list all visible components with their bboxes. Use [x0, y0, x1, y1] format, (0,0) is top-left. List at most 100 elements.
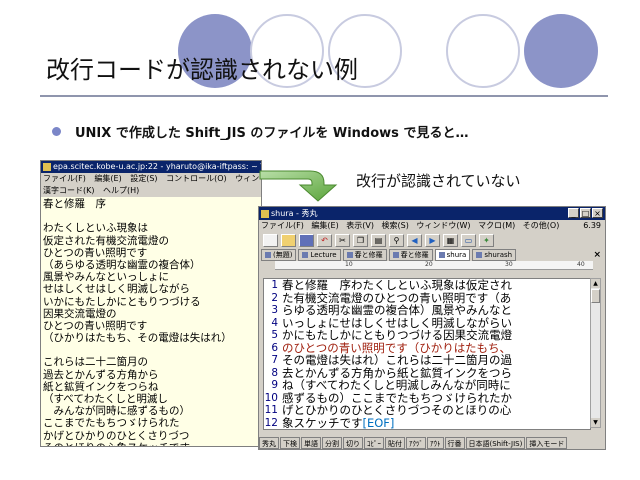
search-icon[interactable]: ⚲	[389, 233, 404, 247]
file-tab[interactable]: Lecture	[298, 248, 341, 261]
open-icon[interactable]	[281, 233, 296, 247]
document-icon	[302, 251, 309, 258]
menu-file[interactable]: ファイル(F)	[43, 174, 86, 183]
terminal-titlebar[interactable]: epa.scitec.kobe-u.ac.jp:22 - yharuto@ika…	[41, 161, 261, 173]
text-line: （ひかりはたもち、その電燈は失はれ）	[43, 332, 232, 345]
text-line: かげとひかりのひとくさりづつ	[43, 429, 190, 442]
minimize-button[interactable]: _	[568, 208, 579, 218]
menu-view[interactable]: 表示(V)	[346, 221, 374, 230]
status-item[interactable]: 分割	[322, 437, 342, 449]
paste-icon[interactable]: ▤	[371, 233, 386, 247]
line-number: 8	[271, 366, 278, 379]
scroll-down-icon[interactable]: ▼	[591, 418, 600, 427]
line-number: 7	[271, 354, 278, 366]
menu-macro[interactable]: マクロ(M)	[478, 221, 515, 230]
status-item[interactable]: 貼付	[385, 437, 405, 449]
text-line: わたくしといふ現象は	[43, 222, 148, 235]
vertical-scrollbar[interactable]: ▲ ▼	[590, 278, 601, 428]
scroll-up-icon[interactable]: ▲	[591, 279, 600, 288]
cut-icon[interactable]: ✂	[335, 233, 350, 247]
menu-settings[interactable]: 設定(S)	[130, 174, 157, 183]
tab-label: 春と修羅	[354, 250, 383, 259]
text-line: ひとつの青い照明です	[43, 246, 148, 259]
text-line: ひとつの青い照明です	[43, 319, 148, 332]
menu-window[interactable]: ウィン	[235, 174, 259, 183]
arrow-icon	[259, 170, 338, 202]
ruler-label: 10	[345, 261, 353, 268]
text-line: 紙と鉱質インクをつらね	[43, 380, 159, 393]
editor-titlebar[interactable]: shura - 秀丸 _ □ ×	[259, 207, 605, 220]
undo-icon[interactable]: ↶	[317, 233, 332, 247]
line-text: かにもたしかにともりつづける因果交流電燈	[282, 328, 513, 342]
status-item[interactable]: 日本語(Shift-JIS)	[465, 437, 526, 449]
column-ruler: 10 20 30 40	[275, 261, 593, 270]
file-tab[interactable]: shurash	[472, 248, 517, 261]
status-item[interactable]: ｺﾋﾟｰ	[364, 437, 384, 449]
maximize-button[interactable]: □	[580, 208, 591, 218]
menu-edit[interactable]: 編集(E)	[311, 221, 338, 230]
gear-icon[interactable]: ✦	[479, 233, 494, 247]
text-line	[43, 210, 259, 222]
menu-file[interactable]: ファイル(F)	[261, 221, 304, 230]
text-line: いかにもたしかにともりつづける	[43, 295, 201, 308]
file-tab[interactable]: 春と修羅	[342, 248, 387, 261]
new-icon[interactable]	[263, 233, 278, 247]
line-number: 6	[271, 341, 278, 354]
ruler-label: 40	[577, 261, 585, 268]
terminal-window[interactable]: epa.scitec.kobe-u.ac.jp:22 - yharuto@ika…	[40, 160, 262, 447]
status-item[interactable]: 切り	[343, 437, 363, 449]
file-tab[interactable]: 春と修羅	[388, 248, 433, 261]
save-icon[interactable]	[299, 233, 314, 247]
status-item[interactable]: 行番	[444, 437, 465, 449]
line-number: 11	[264, 404, 278, 416]
menu-search[interactable]: 検索(S)	[382, 221, 409, 230]
line-number: 2	[271, 291, 278, 304]
tab-label: (無題)	[273, 250, 293, 259]
menu-other[interactable]: その他(O)	[523, 221, 560, 230]
menu-window[interactable]: ウィンドウ(W)	[416, 221, 470, 230]
status-item[interactable]: ｱｸﾂﾞ	[406, 437, 426, 449]
line-text: げとひかりのひとくさりづつそのとほりの心	[282, 403, 512, 417]
scroll-thumb[interactable]	[591, 289, 600, 303]
close-tab-icon[interactable]: ×	[593, 250, 601, 260]
text-line: 春と修羅 序	[43, 198, 106, 210]
copy-icon[interactable]: ❐	[353, 233, 368, 247]
text-line: 仮定された有機交流電燈の	[43, 234, 169, 247]
text-line: 過去とかんずる方角から	[43, 368, 159, 381]
menu-kanji-code[interactable]: 漢字コード(K)	[43, 186, 95, 195]
document-icon	[476, 251, 483, 258]
grep-icon[interactable]: ▦	[443, 233, 458, 247]
editor-title: shura - 秀丸	[271, 209, 318, 218]
file-tab[interactable]: shura	[434, 248, 471, 261]
terminal-app-icon	[43, 162, 51, 171]
line-number: 3	[271, 304, 278, 316]
prev-icon[interactable]: ◀	[407, 233, 422, 247]
file-tab[interactable]: (無題)	[261, 248, 297, 261]
terminal-text-area[interactable]: 春と修羅 序わたくしといふ現象は 仮定された有機交流電燈の ひとつの青い照明です （あ…	[41, 197, 261, 446]
ruler-label: 30	[505, 261, 513, 268]
editor-window[interactable]: shura - 秀丸 _ □ × ファイル(F) 編集(E) 表示(V) 検索(…	[258, 206, 606, 450]
menu-help[interactable]: ヘルプ(H)	[103, 186, 139, 195]
next-icon[interactable]: ▶	[425, 233, 440, 247]
terminal-title: epa.scitec.kobe-u.ac.jp:22 - yharuto@ika…	[53, 162, 261, 171]
title-divider	[40, 95, 608, 97]
close-button[interactable]: ×	[592, 208, 603, 218]
editor-text-area[interactable]: 1 春と修羅 序わたくしといふ現象は仮定され 2 た有機交流電燈のひとつの青い照明です…	[263, 278, 591, 430]
editor-line: 7 その電燈は失はれ）これらは二十二箇月の過	[264, 354, 590, 367]
status-item[interactable]: 下検	[280, 437, 300, 449]
status-item[interactable]: 単語	[301, 437, 321, 449]
text-line: せはしくせはしく明滅しながら	[43, 283, 190, 296]
menu-control[interactable]: コントロール(O)	[166, 174, 227, 183]
bullet-line: UNIX で作成した Shift_JIS のファイルを Windows で見ると…	[52, 122, 468, 141]
text-line: そのとほりの心象スケッチです	[43, 442, 259, 446]
status-item[interactable]: 挿入モード	[526, 437, 568, 449]
line-number: 10	[264, 391, 278, 404]
tab-label: shurash	[484, 250, 513, 259]
menu-edit[interactable]: 編集(E)	[94, 174, 121, 183]
editor-line: 1 春と修羅 序わたくしといふ現象は仮定され	[264, 279, 590, 292]
line-number: 9	[271, 379, 278, 391]
text-line: ここまでたもちつゞけられた	[43, 417, 180, 430]
status-item[interactable]: ｱｳﾄ	[427, 437, 444, 449]
window-icon[interactable]: ▭	[461, 233, 476, 247]
status-item[interactable]: 秀丸	[259, 437, 279, 449]
